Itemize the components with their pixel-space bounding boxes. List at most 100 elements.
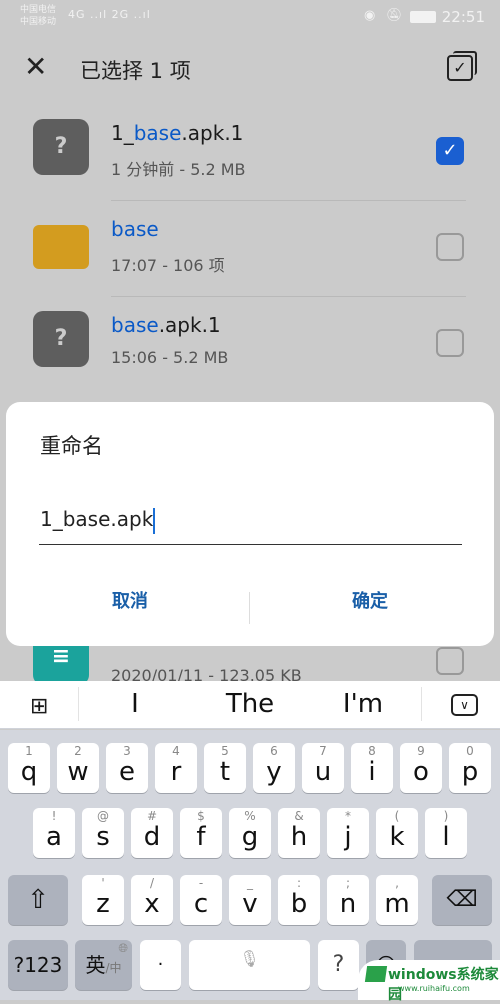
mute-icon: 🔕︎ <box>386 8 403 23</box>
key-q[interactable]: 1q <box>8 743 50 793</box>
cancel-button[interactable]: 取消 <box>10 587 250 613</box>
backspace-icon: ⌫ <box>446 887 478 912</box>
key-j[interactable]: * j <box>327 808 369 858</box>
suggestion-3[interactable]: I'm <box>313 689 413 719</box>
microphone-icon: 🎙︎ <box>239 949 260 968</box>
hide-keyboard-icon[interactable]: ∨ <box>451 694 478 716</box>
key-alt-label: & <box>294 809 304 823</box>
filename-value: 1_base.apk <box>40 507 154 531</box>
key-label: j <box>344 822 352 852</box>
name-match: base <box>111 313 159 337</box>
shift-icon: ⇧ <box>27 885 49 915</box>
key-alt-label: $ <box>197 809 205 823</box>
rename-dialog: 重命名 1_base.apk 取消 确定 <box>6 402 494 646</box>
key-label: k <box>389 822 405 852</box>
key-label: x <box>144 889 160 919</box>
key-r[interactable]: 4r <box>155 743 197 793</box>
file-row[interactable]: ? base.apk.1 15:06 - 5.2 MB <box>0 297 500 393</box>
key-b[interactable]: :b <box>278 875 320 925</box>
key-label: v <box>242 889 258 919</box>
select-all-icon[interactable]: ✓ <box>447 51 477 81</box>
key-label: t <box>219 757 231 787</box>
key-l[interactable]: ) l <box>425 808 467 858</box>
space-key[interactable]: 🎙︎ <box>189 940 310 990</box>
key-label: h <box>290 822 308 852</box>
status-bar: 中国电信 中国移动 4G ..ıl 2G ..ıl ◉ 🔕︎ 22:51 <box>0 0 500 35</box>
key-alt-label: / <box>149 876 155 890</box>
key-a[interactable]: ! a <box>33 808 75 858</box>
shift-key[interactable]: ⇧ <box>8 875 68 925</box>
unknown-file-icon: ? <box>33 119 89 175</box>
name-match: base <box>111 217 159 241</box>
key-u[interactable]: 7u <box>302 743 344 793</box>
key-alt-label: ) <box>443 809 449 823</box>
key-k[interactable]: (k <box>376 808 418 858</box>
key-g[interactable]: % g <box>229 808 271 858</box>
key-f[interactable]: $ f <box>180 808 222 858</box>
dialog-title: 重命名 <box>40 434 103 458</box>
key-alt-label: @ <box>97 809 109 823</box>
watermark-logo: windows系统家园 www.ruihaifu.com <box>358 960 500 1003</box>
file-meta: 1 分钟前 - 5.2 MB <box>111 160 246 179</box>
suggestion-1[interactable]: I <box>85 689 185 719</box>
key-s[interactable]: @ s <box>82 808 124 858</box>
key-label: m <box>384 889 410 919</box>
close-icon[interactable]: ✕ <box>24 53 47 81</box>
key-label: p <box>461 757 479 787</box>
key-o[interactable]: 9o <box>400 743 442 793</box>
key-alt-label: ' <box>101 876 105 890</box>
carrier-labels: 中国电信 中国移动 <box>20 4 56 28</box>
file-name: 1_base.apk.1 <box>111 121 243 145</box>
key-z[interactable]: ' z <box>82 875 124 925</box>
key-alt-label: 6 <box>270 744 278 758</box>
suggestion-2[interactable]: The <box>200 689 300 719</box>
key-n[interactable]: ; n <box>327 875 369 925</box>
key-t[interactable]: 5t <box>204 743 246 793</box>
carrier-1: 中国电信 <box>20 5 57 15</box>
key-p[interactable]: 0p <box>449 743 491 793</box>
key-v[interactable]: _ v <box>229 875 271 925</box>
grid-menu-icon[interactable]: ⊞ <box>30 694 48 719</box>
dot-key[interactable]: · <box>140 940 181 990</box>
backspace-key[interactable]: ⌫ <box>432 875 492 925</box>
name-prefix: 1_ <box>111 121 134 145</box>
page-title: 已选择 1 项 <box>80 59 191 83</box>
name-match: base <box>133 121 182 145</box>
key-y[interactable]: 6y <box>253 743 295 793</box>
filename-input[interactable]: 1_base.apk <box>39 502 462 545</box>
key-w[interactable]: 2w <box>57 743 99 793</box>
windows-logo-icon <box>364 966 388 982</box>
numbers-key[interactable]: ?123 <box>8 940 68 990</box>
key-alt-label: 4 <box>172 744 180 758</box>
numbers-label: ?123 <box>13 953 63 977</box>
key-label: e <box>119 757 135 787</box>
select-checkbox[interactable]: ✓ <box>436 137 464 165</box>
key-c[interactable]: -c <box>180 875 222 925</box>
key-alt-label: # <box>146 809 158 823</box>
file-meta: 17:07 - 106 项 <box>111 256 225 275</box>
key-e[interactable]: 3e <box>106 743 148 793</box>
select-checkbox[interactable] <box>436 233 464 261</box>
select-checkbox[interactable] <box>436 329 464 357</box>
battery-icon <box>410 11 436 23</box>
confirm-button[interactable]: 确定 <box>250 587 490 613</box>
key-i[interactable]: 8i <box>351 743 393 793</box>
file-row[interactable]: ? 1_base.apk.1 1 分钟前 - 5.2 MB ✓ <box>0 105 500 201</box>
key-label: l <box>442 822 450 852</box>
key-m[interactable]: ,m <box>376 875 418 925</box>
question-key[interactable]: ? <box>318 940 359 990</box>
file-name: base <box>111 217 159 241</box>
select-checkbox[interactable] <box>436 647 464 675</box>
key-label: y <box>266 757 282 787</box>
key-alt-label: _ <box>247 876 253 890</box>
key-alt-label: , <box>395 876 399 890</box>
key-label: z <box>96 889 110 919</box>
key-x[interactable]: / x <box>131 875 173 925</box>
dot-label: · <box>157 954 164 975</box>
file-row[interactable]: base 17:07 - 106 项 <box>0 201 500 297</box>
folder-icon <box>33 225 89 269</box>
key-label: b <box>290 889 308 919</box>
key-h[interactable]: & h <box>278 808 320 858</box>
language-key[interactable]: 🌐︎ 英/中 <box>75 940 132 990</box>
key-d[interactable]: # d <box>131 808 173 858</box>
